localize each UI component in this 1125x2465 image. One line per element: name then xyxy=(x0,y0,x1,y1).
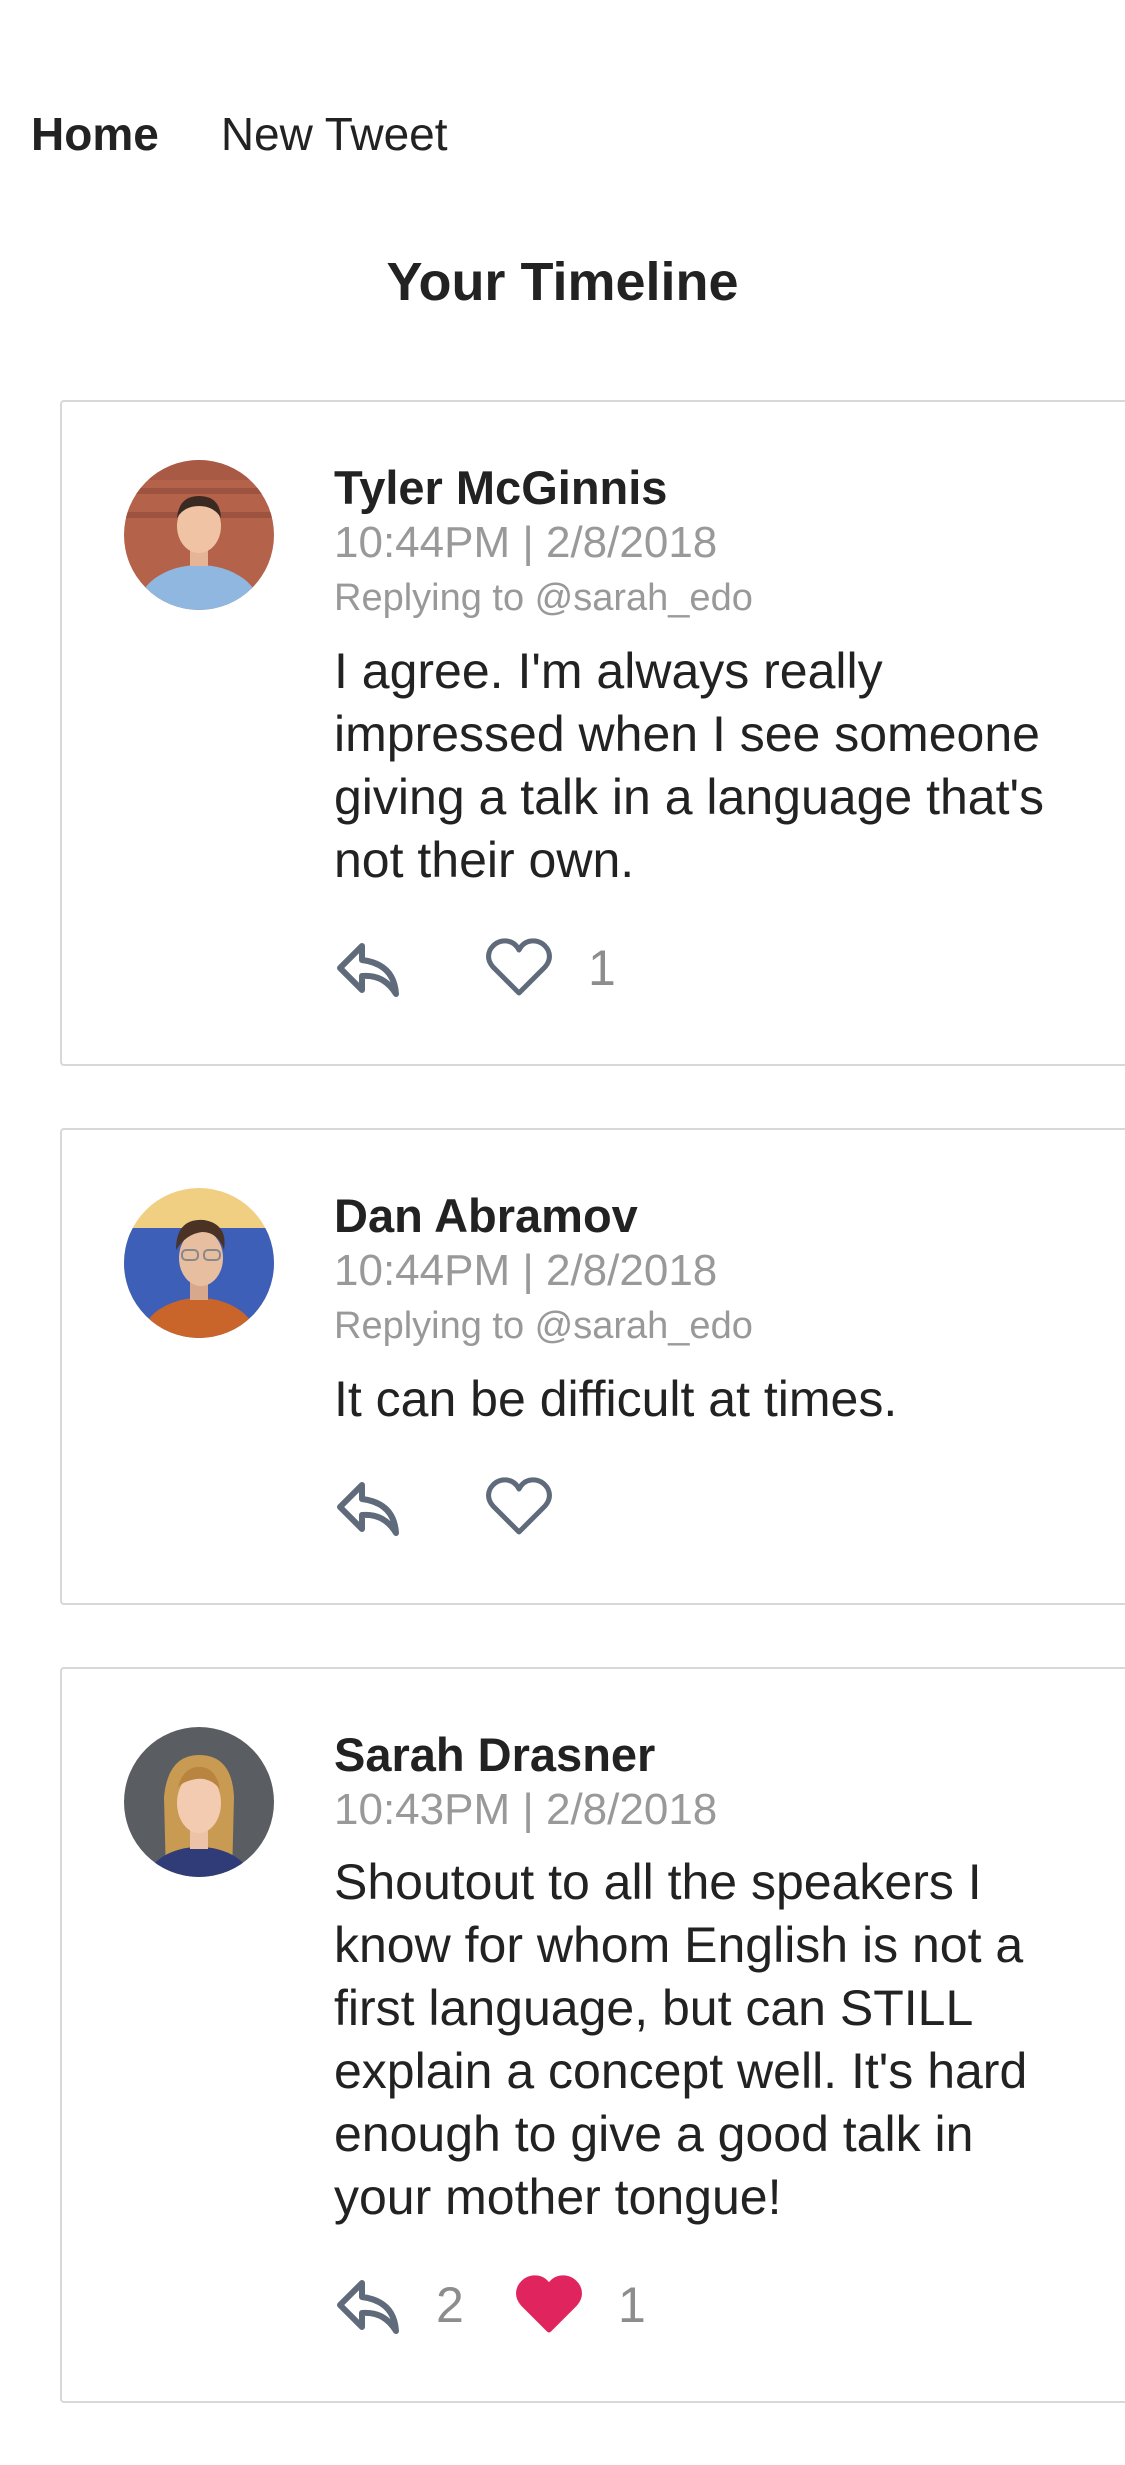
like-count: 1 xyxy=(588,940,616,996)
heart-icon xyxy=(486,938,552,996)
tweet-author[interactable]: Dan Abramov xyxy=(334,1188,1054,1244)
nav-new-tweet-link[interactable]: New Tweet xyxy=(221,104,448,164)
like-count: 1 xyxy=(618,2277,646,2333)
page-title: Your Timeline xyxy=(386,252,739,312)
tweet-timestamp: 10:43PM | 2/8/2018 xyxy=(334,1785,718,1834)
tweet-card[interactable]: Tyler McGinnis 10:44PM | 2/8/2018 Replyi… xyxy=(60,400,1125,1066)
avatar-tyler-image xyxy=(124,460,274,610)
reply-button[interactable]: 2 xyxy=(334,2275,514,2335)
avatar-dan-image xyxy=(124,1188,274,1338)
tweet-text: I agree. I'm always really impressed whe… xyxy=(334,643,1045,888)
tweet-author[interactable]: Tyler McGinnis xyxy=(334,460,1054,516)
reply-button[interactable] xyxy=(334,1477,484,1537)
timeline-list: Tyler McGinnis 10:44PM | 2/8/2018 Replyi… xyxy=(60,400,1125,2465)
reply-icon xyxy=(337,943,399,997)
tweet-card[interactable]: Dan Abramov 10:44PM | 2/8/2018 Replying … xyxy=(60,1128,1125,1605)
nav-home-link[interactable]: Home xyxy=(31,104,159,164)
tweet-card[interactable]: Sarah Drasner 10:43PM | 2/8/2018 Shoutou… xyxy=(60,1667,1125,2403)
reply-count: 2 xyxy=(436,2277,464,2333)
tweet-actions xyxy=(334,1467,1054,1547)
tweet-replying-to[interactable]: Replying to @sarah_edo xyxy=(334,1298,1054,1354)
avatar-sarah-image xyxy=(124,1727,274,1877)
tweet-content: Sarah Drasner 10:43PM | 2/8/2018 Shoutou… xyxy=(334,1727,1054,2345)
reply-button[interactable] xyxy=(334,938,484,998)
tweet-text: Shoutout to all the speakers I know for … xyxy=(334,1854,1028,2225)
avatar[interactable] xyxy=(124,1188,274,1338)
like-button[interactable]: 1 xyxy=(514,2274,646,2336)
heart-filled-icon xyxy=(516,2275,582,2333)
tweet-actions: 1 xyxy=(334,928,1054,1008)
tweet-actions: 2 1 xyxy=(334,2265,1054,2345)
tweet-content: Dan Abramov 10:44PM | 2/8/2018 Replying … xyxy=(334,1188,1054,1547)
tweet-timestamp: 10:44PM | 2/8/2018 xyxy=(334,518,718,567)
tweet-text: It can be difficult at times. xyxy=(334,1371,898,1427)
tweet-timestamp: 10:44PM | 2/8/2018 xyxy=(334,1246,718,1295)
tweet-content: Tyler McGinnis 10:44PM | 2/8/2018 Replyi… xyxy=(334,460,1054,1008)
like-button[interactable]: 1 xyxy=(484,937,616,999)
heart-icon xyxy=(486,1477,552,1535)
like-button[interactable] xyxy=(484,1476,554,1538)
reply-icon xyxy=(337,1482,399,1536)
avatar[interactable] xyxy=(124,460,274,610)
reply-icon xyxy=(337,2280,399,2334)
top-nav: Home New Tweet xyxy=(31,104,448,164)
tweet-replying-to[interactable]: Replying to @sarah_edo xyxy=(334,570,1054,626)
avatar[interactable] xyxy=(124,1727,274,1877)
tweet-author[interactable]: Sarah Drasner xyxy=(334,1727,1054,1783)
